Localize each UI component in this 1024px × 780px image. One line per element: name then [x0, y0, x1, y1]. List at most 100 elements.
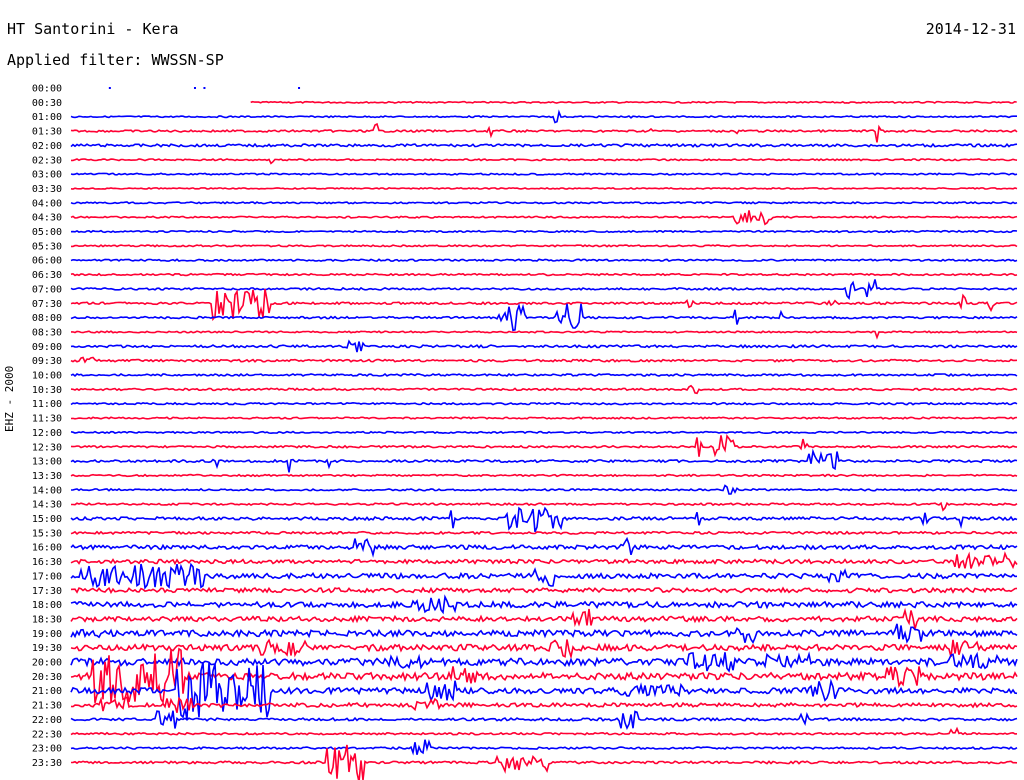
time-tick-label: 03:30: [32, 184, 62, 195]
trace-line-1200: [70, 430, 1018, 435]
trace-line-0630: [70, 272, 1018, 277]
time-tick-label: 18:30: [32, 614, 62, 625]
trace-line-1230: [70, 434, 1018, 458]
trace-line-1700: [70, 562, 1018, 590]
trace-line-1300: [70, 448, 1018, 473]
time-tick-label: 09:00: [32, 342, 62, 353]
time-tick-label: 01:30: [32, 127, 62, 138]
trace-point: [203, 87, 206, 89]
time-tick-label: 04:30: [32, 213, 62, 224]
time-tick-label: 02:30: [32, 155, 62, 166]
trace-line-1830: [70, 607, 1018, 630]
trace-line-0730: [70, 288, 1018, 322]
trace-line-0130: [70, 122, 1018, 143]
time-tick-label: 16:30: [32, 557, 62, 568]
time-tick-label: 16:00: [32, 543, 62, 554]
trace-line-0300: [70, 172, 1018, 176]
trace-line-0230: [71, 158, 1018, 165]
trace-line-2130: [70, 696, 1018, 714]
time-tick-label: 01:00: [32, 112, 62, 123]
time-tick-label: 11:00: [32, 399, 62, 410]
time-tick-label: 19:00: [32, 629, 62, 640]
time-tick-label: 15:00: [32, 514, 62, 525]
trace-line-0500: [70, 229, 1018, 234]
time-tick-label: 20:00: [32, 658, 62, 669]
time-tick-label: 20:30: [32, 672, 62, 683]
time-tick-label: 08:30: [32, 327, 62, 338]
trace-line-1930: [70, 638, 1018, 660]
trace-line-1330: [70, 473, 1018, 478]
trace-line-2330: [70, 744, 1018, 780]
time-tick-label: 00:00: [32, 84, 62, 95]
trace-line-0200: [70, 142, 1018, 148]
time-tick-label: 00:30: [32, 98, 62, 109]
trace-line-1530: [70, 530, 1018, 536]
trace-line-1900: [70, 623, 1018, 645]
trace-line-1000: [70, 372, 1018, 378]
trace-line-0430: [70, 210, 1018, 226]
seismic-traces: [70, 87, 1018, 780]
time-tick-label: 06:30: [32, 270, 62, 281]
trace-line-0930: [70, 356, 1018, 364]
trace-line-1500: [70, 506, 1018, 533]
time-tick-label: 13:00: [32, 457, 62, 468]
time-tick-label: 12:30: [32, 442, 62, 453]
time-tick-label: 22:00: [32, 715, 62, 726]
trace-line-1100: [70, 401, 1018, 406]
trace-line-1730: [70, 586, 1018, 595]
time-tick-label: 19:30: [32, 643, 62, 654]
time-tick-label: 14:00: [32, 485, 62, 496]
trace-line-2000: [70, 651, 1018, 673]
time-tick-label: 05:00: [32, 227, 62, 238]
trace-line-2230: [70, 726, 1018, 736]
time-tick-label: 18:00: [32, 600, 62, 611]
time-tick-label: 08:00: [32, 313, 62, 324]
time-tick-label: 04:00: [32, 198, 62, 209]
time-labels: 00:00 00:30 01:00 01:30 02:00 02:30 03:00 03:30…: [32, 84, 62, 769]
trace-line-1030: [70, 384, 1018, 395]
time-tick-label: 14:30: [32, 500, 62, 511]
trace-line-0800: [70, 303, 1018, 332]
trace-line-0900: [70, 339, 1018, 353]
time-tick-label: 22:30: [32, 729, 62, 740]
trace-line-0830: [71, 330, 1018, 340]
time-tick-label: 17:00: [32, 571, 62, 582]
time-tick-label: 06:00: [32, 256, 62, 267]
trace-line-0400: [70, 201, 1018, 205]
time-tick-label: 13:30: [32, 471, 62, 482]
trace-line-0700: [70, 279, 1018, 301]
time-tick-label: 03:00: [32, 170, 62, 181]
trace-point: [298, 87, 301, 89]
trace-line-2100: [70, 662, 1018, 720]
time-tick-label: 10:00: [32, 371, 62, 382]
trace-line-2200: [70, 710, 1018, 730]
time-tick-label: 17:30: [32, 586, 62, 597]
time-tick-label: 07:00: [32, 284, 62, 295]
time-tick-label: 15:30: [32, 528, 62, 539]
trace-line-1400: [70, 484, 1018, 495]
time-tick-label: 21:00: [32, 686, 62, 697]
trace-line-1800: [70, 594, 1018, 615]
trace-point: [193, 87, 196, 89]
time-tick-label: 12:00: [32, 428, 62, 439]
trace-line-0100: [70, 109, 1017, 124]
trace-line-0600: [70, 258, 1018, 263]
trace-line-0030: [250, 100, 1017, 104]
trace-line-1600: [70, 536, 1018, 558]
trace-line-1130: [70, 416, 1018, 420]
trace-line-0330: [70, 187, 1018, 190]
time-tick-label: 10:30: [32, 385, 62, 396]
time-tick-label: 21:30: [32, 701, 62, 712]
time-tick-label: 23:30: [32, 758, 62, 769]
time-tick-label: 11:30: [32, 414, 62, 425]
time-tick-label: 02:00: [32, 141, 62, 152]
time-tick-label: 09:30: [32, 356, 62, 367]
trace-line-1630: [70, 551, 1018, 570]
trace-line-2300: [70, 739, 1018, 756]
time-tick-label: 23:00: [32, 744, 62, 755]
trace-line-0530: [71, 244, 1018, 248]
time-tick-label: 05:30: [32, 241, 62, 252]
time-tick-label: 07:30: [32, 299, 62, 310]
seismogram-plot: 00:00 00:30 01:00 01:30 02:00 02:30 03:00 03:30…: [32, 84, 1018, 780]
trace-point: [108, 87, 111, 89]
